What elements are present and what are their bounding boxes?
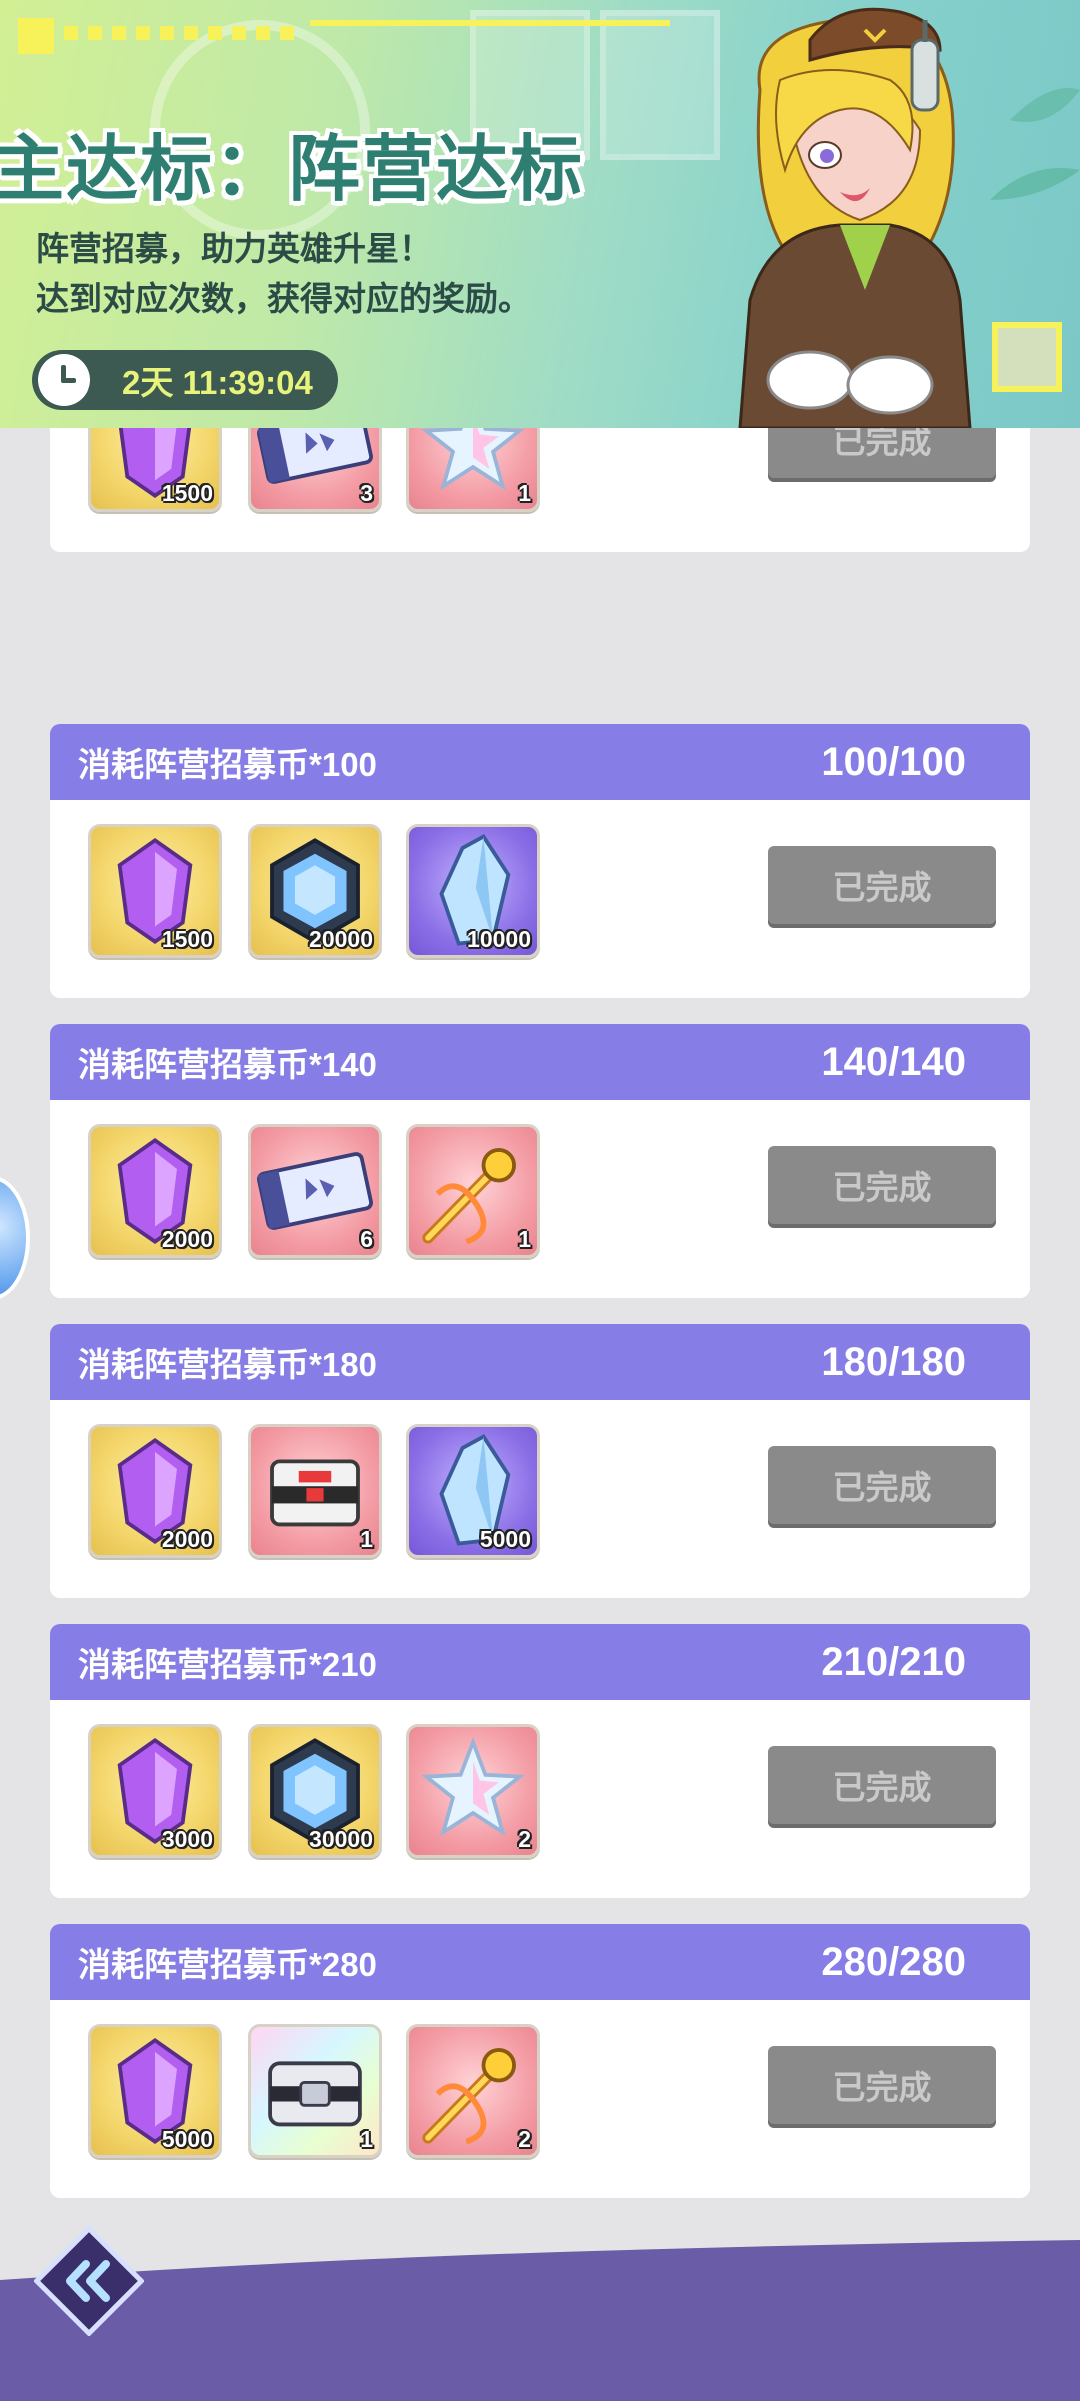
task-header: 消耗阵营招募币*180 180/180 xyxy=(50,1324,1030,1400)
task-header: 消耗阵营招募币*280 280/280 xyxy=(50,1924,1030,2000)
completed-button[interactable]: 已完成 xyxy=(768,1146,996,1224)
reward-item[interactable]: 2 xyxy=(406,2024,540,2158)
task-card: 消耗阵营招募币*100 100/100 1500 20000 10000 已完成 xyxy=(50,724,1030,998)
decorative-square xyxy=(18,18,54,54)
task-label: 消耗阵营招募币*280 xyxy=(78,1946,377,1983)
reward-quantity: 1500 xyxy=(161,480,213,506)
reward-quantity: 5000 xyxy=(479,1526,531,1552)
task-body: 5000 1 2 已完成 xyxy=(50,2000,1030,2198)
reward-quantity: 30000 xyxy=(309,1826,373,1852)
reward-quantity: 2000 xyxy=(161,1526,213,1552)
reward-quantity: 10000 xyxy=(467,926,531,952)
completed-button[interactable]: 已完成 xyxy=(768,428,996,478)
reward-item[interactable]: 5000 xyxy=(406,1424,540,1558)
description-line-2: 达到对应次数，获得对应的奖励。 xyxy=(36,280,531,317)
reward-quantity: 5000 xyxy=(161,2126,213,2152)
task-progress: 180/180 xyxy=(821,1339,966,1384)
reward-item[interactable]: 10000 xyxy=(406,824,540,958)
task-body: 3000 30000 2 已完成 xyxy=(50,1700,1030,1898)
bottom-bar xyxy=(0,2240,1080,2401)
reward-quantity: 3 xyxy=(360,480,373,506)
task-header: 消耗阵营招募币*100 100/100 xyxy=(50,724,1030,800)
task-progress: 100/100 xyxy=(821,739,966,784)
reward-quantity: 3000 xyxy=(161,1826,213,1852)
task-progress: 140/140 xyxy=(821,1039,966,1084)
task-card: 消耗阵营招募币*280 280/280 5000 1 2 已完成 xyxy=(50,1924,1030,2198)
decorative-frame xyxy=(992,322,1062,392)
reward-item[interactable]: 1 xyxy=(248,2024,382,2158)
task-card: 消耗阵营招募币*140 140/140 2000 6 1 已完成 xyxy=(50,1024,1030,1298)
reward-quantity: 2 xyxy=(518,1826,531,1852)
reward-item[interactable]: 3000 xyxy=(88,1724,222,1858)
reward-item[interactable]: 20000 xyxy=(248,824,382,958)
task-card: 1500 3 1 已完成 xyxy=(50,428,1030,552)
event-banner: 主达标：阵营达标 阵营招募，助力英雄升星！ 达到对应次数，获得对应的奖励。 2天… xyxy=(0,0,1080,428)
event-title: 主达标：阵营达标 xyxy=(0,130,585,210)
reward-quantity: 1 xyxy=(360,2126,373,2152)
reward-item[interactable]: 2000 xyxy=(88,1424,222,1558)
reward-quantity: 2 xyxy=(518,2126,531,2152)
reward-quantity: 2000 xyxy=(161,1226,213,1252)
reward-quantity: 6 xyxy=(360,1226,373,1252)
event-description: 阵营招募，助力英雄升星！ 达到对应次数，获得对应的奖励。 xyxy=(36,224,531,324)
task-body: 2000 6 1 已完成 xyxy=(50,1100,1030,1298)
reward-quantity: 1 xyxy=(518,480,531,506)
task-body: 2000 1 5000 已完成 xyxy=(50,1400,1030,1598)
reward-quantity: 1 xyxy=(518,1226,531,1252)
task-progress: 210/210 xyxy=(821,1639,966,1684)
reward-item[interactable]: 1500 xyxy=(88,428,222,512)
reward-item[interactable]: 2000 xyxy=(88,1124,222,1258)
task-body: 1500 3 1 已完成 xyxy=(50,428,1030,552)
reward-quantity: 1500 xyxy=(161,926,213,952)
completed-button[interactable]: 已完成 xyxy=(768,2046,996,2124)
task-progress: 280/280 xyxy=(821,1939,966,1984)
reward-item[interactable]: 6 xyxy=(248,1124,382,1258)
back-button[interactable] xyxy=(34,2226,144,2336)
reward-item[interactable]: 5000 xyxy=(88,2024,222,2158)
task-header: 消耗阵营招募币*140 140/140 xyxy=(50,1024,1030,1100)
decorative-dashes xyxy=(64,26,304,40)
countdown-timer: 2天 11:39:04 xyxy=(32,350,338,410)
countdown-text: 2天 11:39:04 xyxy=(122,364,313,401)
reward-item[interactable]: 1500 xyxy=(88,824,222,958)
reward-item[interactable]: 30000 xyxy=(248,1724,382,1858)
reward-item[interactable]: 2 xyxy=(406,1724,540,1858)
description-line-1: 阵营招募，助力英雄升星！ xyxy=(36,230,432,267)
task-header: 消耗阵营招募币*210 210/210 xyxy=(50,1624,1030,1700)
task-card: 消耗阵营招募币*210 210/210 3000 30000 2 已完成 xyxy=(50,1624,1030,1898)
task-label: 消耗阵营招募币*100 xyxy=(78,746,377,783)
task-body: 1500 20000 10000 已完成 xyxy=(50,800,1030,998)
reward-quantity: 1 xyxy=(360,1526,373,1552)
task-label: 消耗阵营招募币*210 xyxy=(78,1646,377,1683)
completed-button[interactable]: 已完成 xyxy=(768,1746,996,1824)
reward-item[interactable]: 1 xyxy=(248,1424,382,1558)
reward-item[interactable]: 1 xyxy=(406,1124,540,1258)
completed-button[interactable]: 已完成 xyxy=(768,846,996,924)
reward-item[interactable]: 1 xyxy=(406,428,540,512)
task-label: 消耗阵营招募币*140 xyxy=(78,1046,377,1083)
task-label: 消耗阵营招募币*180 xyxy=(78,1346,377,1383)
task-card: 消耗阵营招募币*180 180/180 2000 1 5000 已完成 xyxy=(50,1324,1030,1598)
reward-item[interactable]: 3 xyxy=(248,428,382,512)
reward-quantity: 20000 xyxy=(309,926,373,952)
clock-icon xyxy=(38,354,90,406)
completed-button[interactable]: 已完成 xyxy=(768,1446,996,1524)
decorative-line xyxy=(310,20,670,26)
task-list[interactable]: 1500 3 1 已完成 消耗阵营招募币*100 100/100 1500 20… xyxy=(0,428,1080,2248)
